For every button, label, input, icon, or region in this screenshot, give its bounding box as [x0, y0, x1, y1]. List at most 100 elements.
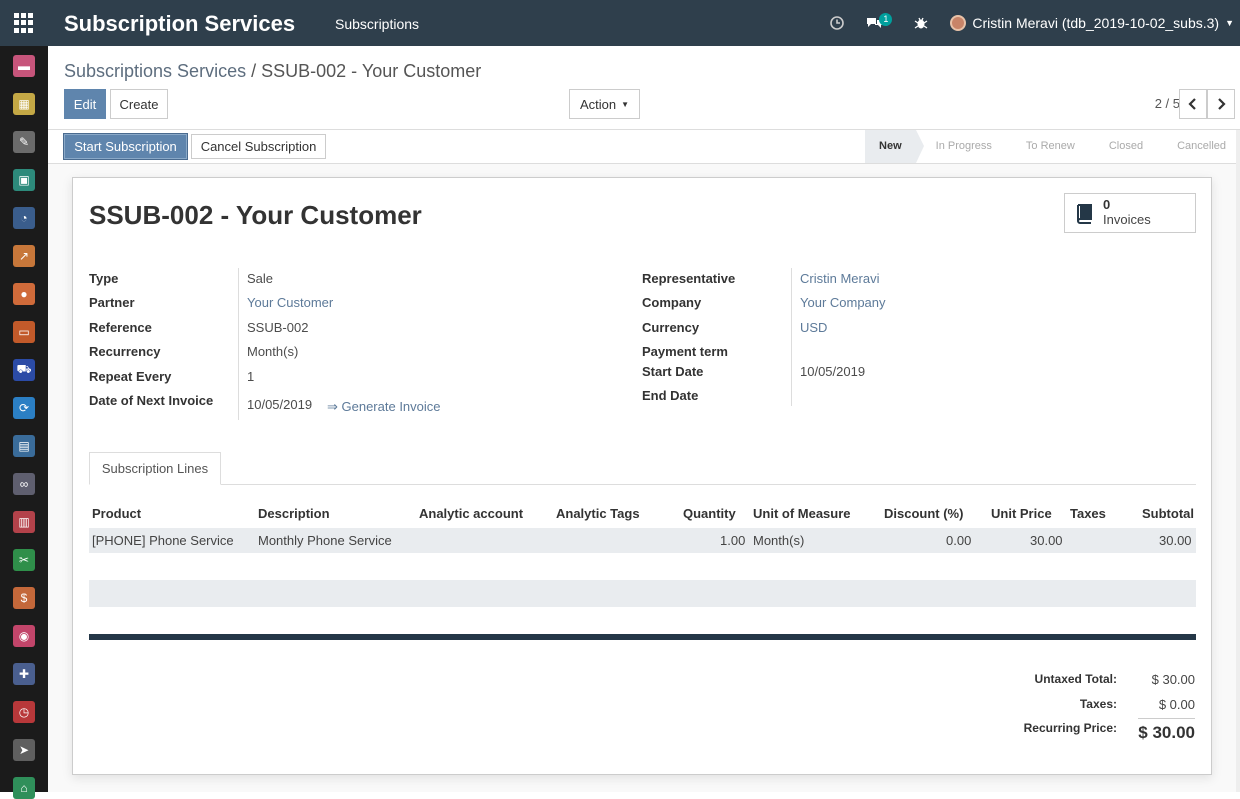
- col-description[interactable]: Description: [258, 506, 330, 521]
- payment-term-label: Payment term: [642, 344, 728, 359]
- debug-bug-icon[interactable]: [914, 16, 928, 30]
- crm-icon[interactable]: ◔: [13, 207, 35, 229]
- menu-subscriptions[interactable]: Subscriptions: [335, 16, 419, 32]
- cell-discount: 0.00: [946, 533, 972, 548]
- untaxed-total-label: Untaxed Total:: [1034, 672, 1117, 686]
- stage-new[interactable]: New: [865, 130, 924, 163]
- employees-icon[interactable]: ◉: [13, 625, 35, 647]
- col-unit-price[interactable]: Unit Price: [991, 506, 1052, 521]
- invoicing-icon[interactable]: ▤: [13, 435, 35, 457]
- table-empty-row: [89, 580, 1196, 607]
- email-marketing-icon[interactable]: ➤: [13, 739, 35, 761]
- action-label: Action: [579, 96, 617, 112]
- invoices-count: 0: [1103, 197, 1111, 212]
- currency-label: Currency: [642, 320, 700, 335]
- user-name: Cristin Meravi (tdb_2019-10-02_subs.3): [972, 15, 1220, 31]
- breadcrumb-separator: /: [251, 61, 257, 81]
- stage-in-progress[interactable]: In Progress: [916, 130, 1015, 163]
- next-invoice-label: Date of Next Invoice: [89, 393, 214, 408]
- manufacturing-icon[interactable]: ✂: [13, 549, 35, 571]
- pager-previous-button[interactable]: [1179, 89, 1207, 119]
- start-date-label: Start Date: [642, 364, 704, 379]
- cell-description: Monthly Phone Service: [258, 533, 392, 548]
- col-unit-of-measure[interactable]: Unit of Measure: [753, 506, 851, 521]
- subscriptions-icon[interactable]: ⟳: [13, 397, 35, 419]
- cell-uom: Month(s): [753, 533, 805, 548]
- ecommerce-icon[interactable]: ⛟: [13, 359, 35, 381]
- cancel-subscription-button[interactable]: Cancel Subscription: [191, 134, 326, 159]
- recurrency-label: Recurrency: [89, 344, 161, 359]
- start-subscription-button[interactable]: Start Subscription: [63, 133, 188, 160]
- contacts-icon[interactable]: ▣: [13, 169, 35, 191]
- calendar-icon[interactable]: ▦: [13, 93, 35, 115]
- form-statusbar: Start Subscription Cancel Subscription N…: [48, 130, 1240, 164]
- col-subtotal[interactable]: Subtotal: [1142, 506, 1194, 521]
- record-title: SSUB-002 - Your Customer: [89, 200, 422, 230]
- app-title: Subscription Services: [64, 11, 296, 36]
- sales-icon[interactable]: ↗: [13, 245, 35, 267]
- create-button[interactable]: Create: [110, 89, 168, 119]
- action-dropdown[interactable]: Action ▼: [569, 89, 640, 119]
- col-analytic-account[interactable]: Analytic account: [419, 506, 523, 521]
- pager-value: 2 / 5: [1154, 96, 1180, 111]
- start-date-value: 10/05/2019: [800, 364, 866, 379]
- next-invoice-value: 10/05/2019: [247, 397, 313, 412]
- notes-icon[interactable]: ✎: [13, 131, 35, 153]
- app-sidebar: ▬ ▦ ✎ ▣ ◔ ↗ ● ▭ ⛟ ⟳ ▤ ∞ ▥ ✂ $ ◉ ✚ ◷ ➤ ⌂: [0, 46, 48, 799]
- pager-next-button[interactable]: [1207, 89, 1235, 119]
- untaxed-total-value: $ 30.00: [1151, 672, 1195, 687]
- activity-clock-icon[interactable]: [830, 16, 845, 30]
- company-link[interactable]: Your Company: [800, 295, 886, 310]
- apps-menu-icon[interactable]: [14, 13, 34, 33]
- cell-quantity: 1.00: [720, 533, 746, 548]
- breadcrumb-parent[interactable]: Subscriptions Services: [64, 61, 246, 81]
- control-panel: Subscriptions Services / SSUB-002 - Your…: [48, 46, 1240, 130]
- discuss-icon[interactable]: ▬: [13, 55, 35, 77]
- col-analytic-tags[interactable]: Analytic Tags: [556, 506, 640, 521]
- representative-label: Representative: [642, 271, 736, 286]
- col-taxes[interactable]: Taxes: [1070, 506, 1106, 521]
- pos-icon[interactable]: ▭: [13, 321, 35, 343]
- website-icon[interactable]: ●: [13, 283, 35, 305]
- link-icon[interactable]: ∞: [13, 473, 35, 495]
- partner-link[interactable]: Your Customer: [247, 295, 333, 310]
- stage-closed[interactable]: Closed: [1089, 130, 1166, 163]
- chat-badge: 1: [879, 12, 893, 26]
- currency-link[interactable]: USD: [800, 320, 827, 335]
- scrollbar[interactable]: [1236, 130, 1240, 792]
- generate-invoice-button[interactable]: ⇒ Generate Invoice: [327, 399, 441, 415]
- reference-value: SSUB-002: [247, 320, 309, 335]
- chevron-down-icon: ▼: [621, 99, 630, 109]
- col-quantity[interactable]: Quantity: [683, 506, 736, 521]
- stage-to-renew[interactable]: To Renew: [1006, 130, 1097, 163]
- settings-icon[interactable]: ⌂: [13, 777, 35, 799]
- representative-link[interactable]: Cristin Meravi: [800, 271, 879, 286]
- apps-icon[interactable]: ✚: [13, 663, 35, 685]
- col-product[interactable]: Product: [92, 506, 141, 521]
- chevron-left-icon: [1188, 98, 1196, 110]
- repeat-every-label: Repeat Every: [89, 369, 172, 384]
- totals-divider: [1138, 718, 1195, 719]
- form-sheet: SSUB-002 - Your Customer 0 Invoices Type…: [72, 177, 1212, 775]
- edit-button[interactable]: Edit: [64, 89, 106, 119]
- chat-icon[interactable]: 1: [866, 12, 893, 30]
- left-separator: [238, 268, 239, 420]
- cell-subtotal: 30.00: [1159, 533, 1192, 548]
- avatar: [950, 15, 967, 31]
- invoices-smart-button[interactable]: 0 Invoices: [1064, 193, 1196, 233]
- cell-unit-price: 30.00: [1030, 533, 1063, 548]
- tab-subscription-lines[interactable]: Subscription Lines: [89, 452, 221, 485]
- inventory-icon[interactable]: ▥: [13, 511, 35, 533]
- company-label: Company: [642, 295, 702, 310]
- user-menu[interactable]: Cristin Meravi (tdb_2019-10-02_subs.3) ▼: [950, 15, 1234, 31]
- expenses-icon[interactable]: $: [13, 587, 35, 609]
- cell-product: [PHONE] Phone Service: [92, 533, 234, 548]
- stage-cancelled[interactable]: Cancelled: [1157, 130, 1240, 163]
- col-discount[interactable]: Discount (%): [884, 506, 963, 521]
- type-value: Sale: [247, 271, 274, 286]
- breadcrumb-current: SSUB-002 - Your Customer: [261, 61, 482, 81]
- table-footer-divider: [89, 634, 1196, 640]
- timesheet-icon[interactable]: ◷: [13, 701, 35, 723]
- recurrency-value: Month(s): [247, 344, 299, 359]
- type-label: Type: [89, 271, 119, 286]
